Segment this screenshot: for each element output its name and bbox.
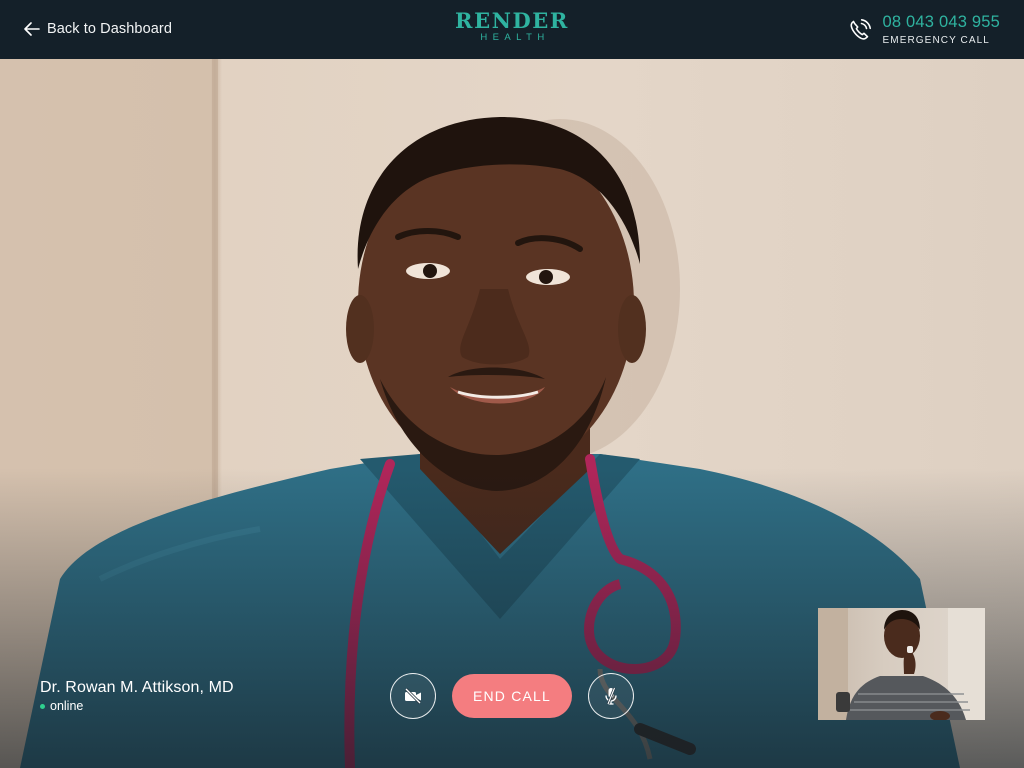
microphone-off-icon [600,685,622,707]
self-video-preview[interactable] [818,608,985,720]
call-controls: END CALL [390,673,634,719]
camera-off-icon [402,685,424,707]
caller-info: Dr. Rowan M. Attikson, MD online [40,678,234,713]
toggle-microphone-button[interactable] [588,673,634,719]
top-bar: Back to Dashboard RENDER HEALTH 08 043 0… [0,0,1024,59]
phone-ringing-icon [847,17,873,43]
emergency-phone-number: 08 043 043 955 [882,13,1000,31]
end-call-button[interactable]: END CALL [452,674,572,718]
caller-status: online [40,699,234,713]
caller-name: Dr. Rowan M. Attikson, MD [40,679,234,696]
emergency-call-link[interactable]: 08 043 043 955 EMERGENCY CALL [847,10,1001,50]
self-video-image [818,608,985,720]
caller-status-label: online [50,699,84,713]
online-status-dot [40,703,45,709]
toggle-camera-button[interactable] [390,673,436,719]
emergency-call-label: EMERGENCY CALL [882,35,990,46]
